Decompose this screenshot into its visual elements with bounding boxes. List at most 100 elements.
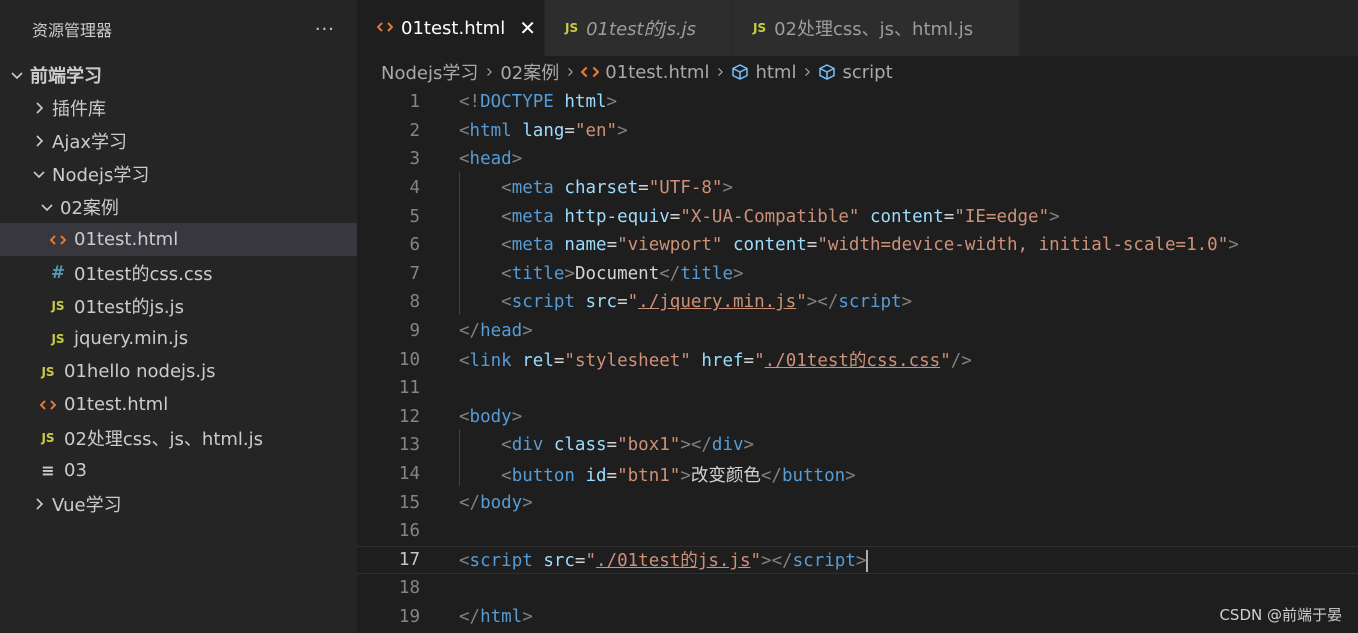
tree-item-label: 01test的js.js [74,296,184,318]
code-line: 14 <button id="btn1">改变颜色</button> [357,460,1358,489]
code-token: </ [459,492,481,513]
tree-item-label: 插件库 [52,98,106,120]
breadcrumb-item[interactable]: 01test.html [605,62,709,83]
code-token: = [564,120,575,141]
code-token: div [711,435,744,456]
code-line: 3 <head> [357,145,1358,174]
line-number: 15 [398,492,420,513]
code-token: id [585,465,607,486]
editor-tab[interactable]: JS 01test的js.js [545,0,733,56]
editor-tab[interactable]: JS 02处理css、js、html.js [733,0,1020,56]
code-token: body [480,492,523,513]
code-token: lang [522,120,565,141]
tree-item[interactable]: JS 01hello nodejs.js [0,355,357,388]
code-token: button [511,465,575,486]
code-line: 5 <meta http-equiv="X-UA-Compatible" con… [357,202,1358,231]
code-token: > [743,435,755,456]
chevron-right-icon [802,65,812,79]
tree-item[interactable]: 前端学习 [0,58,357,91]
tree-item[interactable]: ≡ 03 [0,454,357,487]
breadcrumb-item[interactable]: html [755,62,796,83]
tree-item[interactable]: Vue学习 [0,487,357,520]
line-number: 10 [398,349,420,370]
tree-item[interactable]: JS jquery.min.js [0,322,357,355]
chevron-down-icon[interactable] [38,200,56,214]
tree-item[interactable]: 02案例 [0,190,357,223]
code-token: rel [522,351,554,372]
line-number: 9 [409,321,420,342]
code-editor[interactable]: 1 <!DOCTYPE html> 2 <html lang="en"> 3 <head>… [357,88,1358,631]
tree-item[interactable]: Ajax学习 [0,124,357,157]
tree-item[interactable]: JS 02处理css、js、html.js [0,421,357,454]
code-token: name [564,235,607,256]
code-token: > [511,406,523,427]
code-token: body [469,406,512,427]
code-text: <body> [459,407,522,427]
line-number: 13 [398,435,420,456]
code-token: ./01test的css.css [764,351,941,372]
breadcrumb-item[interactable]: 02案例 [500,59,559,85]
code-text: </body> [459,493,533,513]
code-token: script [469,551,533,572]
code-token: > [564,263,575,284]
breadcrumb-item[interactable]: script [842,62,892,83]
code-token: ./01test的js.js [596,551,751,572]
symbol-element-icon [818,63,836,81]
code-token: meta [511,178,554,199]
code-text: <meta http-equiv="X-UA-Compatible" conte… [459,207,1060,227]
code-token: < [501,465,512,486]
line-number: 2 [409,120,420,141]
code-token: = [606,235,618,256]
code-text: <head> [459,149,522,169]
breadcrumb: Nodejs学习 02案例 01test.html html script [357,56,1358,88]
code-text: <title>Document</title> [459,263,744,284]
tree-item[interactable]: 插件库 [0,91,357,124]
chevron-down-icon[interactable] [30,167,48,181]
js-file-icon: JS [753,21,767,35]
breadcrumb-item[interactable]: Nodejs学习 [381,59,478,85]
code-token: > [522,321,533,342]
tree-item[interactable]: 01test.html [0,223,357,256]
code-token: < [459,351,470,372]
tree-item-label: jquery.min.js [74,328,189,349]
code-line: 16 [357,517,1358,546]
line-number: 17 [398,549,420,570]
chevron-right-icon[interactable] [30,497,48,511]
line-number: 5 [409,206,420,227]
code-text: </html> [459,607,533,627]
tree-item[interactable]: Nodejs学习 [0,157,357,190]
code-text: <link rel="stylesheet" href="./01test的cs… [459,347,972,372]
chevron-down-icon[interactable] [8,68,26,82]
code-line: 17 <script src="./01test的js.js"></script> [357,545,1358,575]
code-token: > [1228,235,1239,256]
code-token: > [733,263,744,284]
code-token: </ [659,263,681,284]
code-token: "UTF-8" [648,178,723,199]
tree-item[interactable]: 01test.html [0,388,357,421]
code-token: < [459,406,470,427]
chevron-right-icon[interactable] [30,134,48,148]
line-number: 1 [409,92,420,113]
tree-item[interactable]: JS 01test的js.js [0,289,357,322]
code-token: " [796,292,807,313]
more-actions-icon[interactable]: ··· [315,19,335,40]
code-token: script [792,551,856,572]
line-number: 16 [398,521,420,542]
code-text: <!DOCTYPE html> [459,92,617,112]
code-token: < [501,178,512,199]
code-token: </ [459,321,481,342]
code-token: = [606,435,618,456]
file-tree: 前端学习 插件库 Ajax学习 Nodejs学习 02案例 01test.html #01t… [0,58,357,520]
code-token: charset [564,178,639,199]
editor-tab[interactable]: 01test.html ✕ [357,0,545,56]
close-icon[interactable]: ✕ [519,16,536,40]
chevron-right-icon[interactable] [30,101,48,115]
tree-item[interactable]: #01test的css.css [0,256,357,289]
code-token: = [669,206,681,227]
